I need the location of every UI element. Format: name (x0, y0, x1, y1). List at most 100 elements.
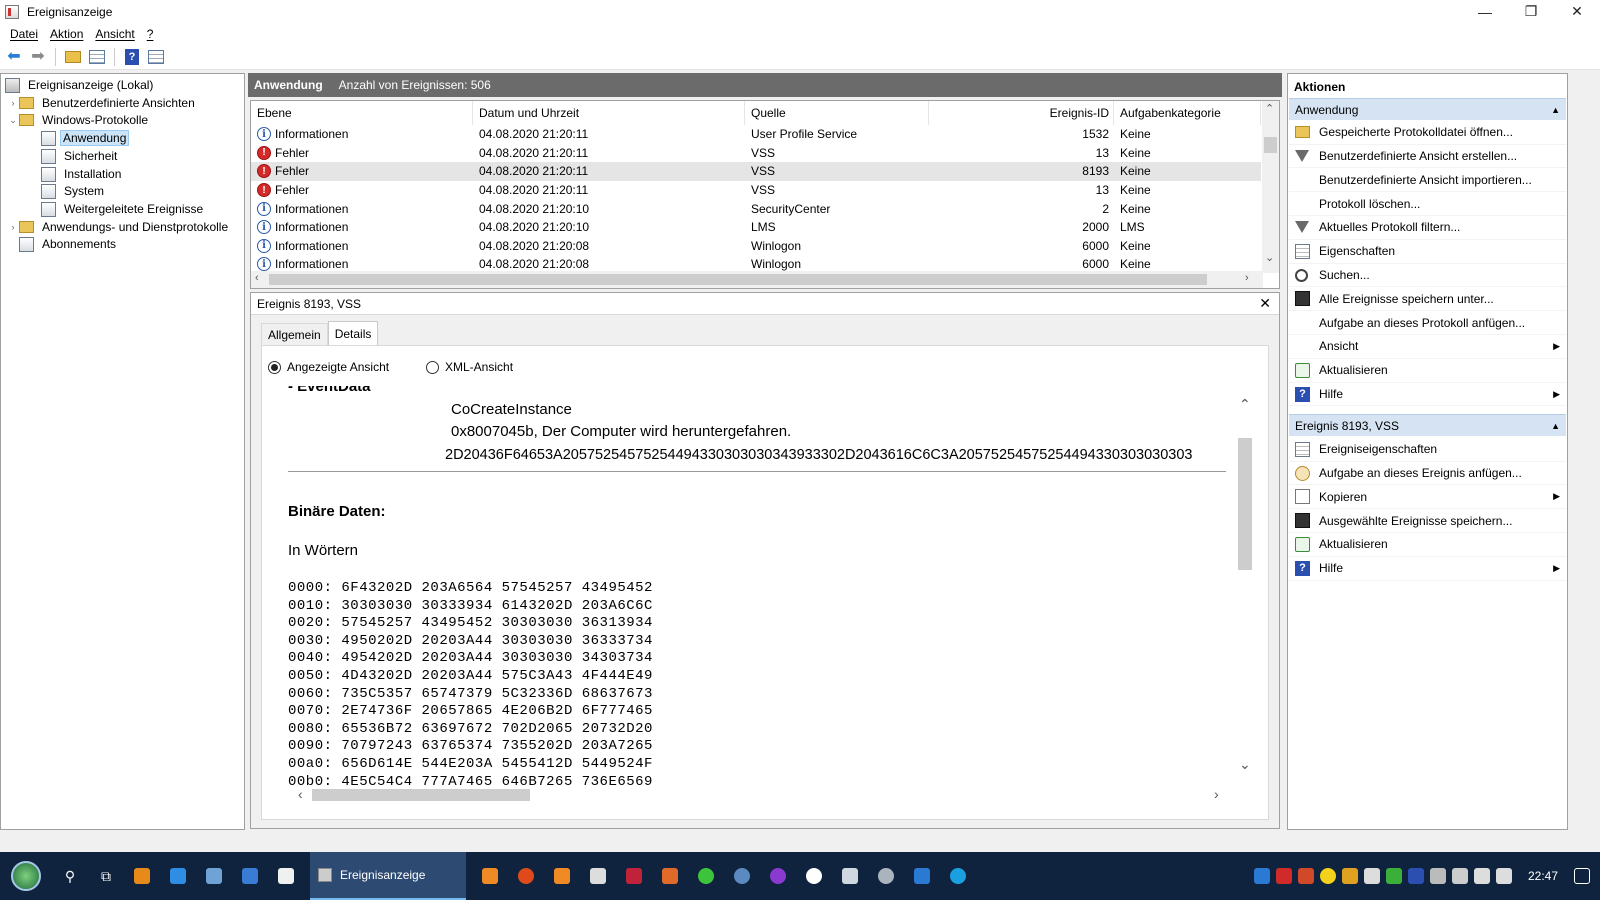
collapse-caret-icon[interactable]: ▲ (1551, 421, 1560, 431)
actions-section-log[interactable]: Anwendung ▲ (1289, 98, 1566, 120)
notifications-icon[interactable] (1574, 868, 1590, 884)
tray-app-icon[interactable] (1429, 868, 1446, 884)
forward-button[interactable]: ➡ (28, 47, 48, 67)
network-icon[interactable] (1473, 868, 1490, 884)
tree-item-subscriptions[interactable]: Abonnements (19, 235, 120, 253)
radio-friendly-view[interactable]: Angezeigte Ansicht (268, 360, 389, 374)
event-row[interactable]: i Informationen 04.08.2020 21:20:11 User Pr… (251, 125, 1261, 144)
scroll-right-arrow-icon[interactable]: › (1245, 272, 1249, 284)
action-item[interactable]: Gespeicherte Protokolldatei öffnen... (1289, 121, 1566, 145)
tray-app-icon[interactable] (1341, 868, 1358, 884)
taskbar-app[interactable] (268, 852, 304, 900)
tree-item-forwarded-events[interactable]: Weitergeleitete Ereignisse (41, 200, 207, 218)
scroll-left-arrow-icon[interactable]: ‹ (298, 786, 303, 802)
taskbar-app[interactable] (940, 852, 976, 900)
detail-vertical-scrollbar[interactable]: ⌃ ⌄ (1236, 386, 1254, 786)
close-detail-icon[interactable]: ✕ (1259, 295, 1271, 312)
column-event-id[interactable]: Ereignis-ID (929, 101, 1114, 125)
close-button[interactable]: ✕ (1554, 0, 1600, 23)
tree-item-custom-views[interactable]: › Benutzerdefinierte Ansichten (7, 94, 199, 112)
actions-section-event[interactable]: Ereignis 8193, VSS ▲ (1289, 414, 1566, 436)
action-item[interactable]: Alle Ereignisse speichern unter... (1289, 288, 1566, 312)
taskbar-app[interactable] (688, 852, 724, 900)
event-row[interactable]: ! Fehler 04.08.2020 21:20:11 VSS 13 Keine (251, 181, 1261, 200)
taskbar-app[interactable] (160, 852, 196, 900)
action-item[interactable]: Suchen... (1289, 264, 1566, 288)
tray-app-icon[interactable] (1407, 868, 1424, 884)
scroll-left-arrow-icon[interactable]: ‹ (255, 272, 259, 284)
taskbar-app[interactable] (868, 852, 904, 900)
scroll-down-arrow-icon[interactable]: ⌄ (1239, 756, 1251, 773)
tree-item-installation[interactable]: Installation (41, 165, 125, 183)
scrollbar-thumb[interactable] (269, 274, 1207, 285)
taskbar-app[interactable] (232, 852, 268, 900)
action-item[interactable]: ? Hilfe ▶ (1289, 383, 1566, 407)
clock[interactable]: 22:47 (1528, 869, 1558, 883)
action-item[interactable]: Kopieren ▶ (1289, 486, 1566, 510)
event-row[interactable]: ! Fehler 04.08.2020 21:20:11 VSS 13 Keine (251, 144, 1261, 163)
tree-item-app-service-logs[interactable]: › Anwendungs- und Dienstprotokolle (7, 218, 232, 236)
radio-xml-view[interactable]: XML-Ansicht (426, 360, 513, 374)
taskbar-app[interactable] (124, 852, 160, 900)
menu-aktion[interactable]: Aktion (44, 27, 89, 41)
taskbar-app[interactable] (580, 852, 616, 900)
action-item[interactable]: Ansicht ▶ (1289, 335, 1566, 359)
action-item[interactable]: Aktualisieren (1289, 359, 1566, 383)
menu-datei[interactable]: Datei (4, 27, 44, 41)
tree-item-sicherheit[interactable]: Sicherheit (41, 147, 121, 165)
action-item[interactable]: Ereigniseigenschaften (1289, 438, 1566, 462)
event-list-vertical-scrollbar[interactable]: ⌃ ⌄ (1262, 101, 1279, 273)
expand-arrow-icon[interactable]: › (7, 222, 19, 232)
scroll-up-arrow-icon[interactable]: ⌃ (1265, 102, 1274, 115)
show-hide-tree-button[interactable] (87, 47, 107, 67)
tray-app-icon[interactable] (1275, 868, 1292, 884)
action-item[interactable]: ? Hilfe ▶ (1289, 557, 1566, 581)
action-item[interactable]: Aufgabe an dieses Ereignis anfügen... (1289, 462, 1566, 486)
tab-details[interactable]: Details (327, 321, 379, 345)
scroll-down-arrow-icon[interactable]: ⌄ (1265, 251, 1274, 264)
scrollbar-thumb[interactable] (312, 789, 530, 801)
search-button[interactable]: ⚲ (52, 852, 88, 900)
taskbar-event-viewer[interactable]: Ereignisanzeige (310, 852, 466, 900)
action-item[interactable]: Aktuelles Protokoll filtern... (1289, 216, 1566, 240)
taskbar-app[interactable] (724, 852, 760, 900)
column-level[interactable]: Ebene (251, 101, 473, 125)
action-item[interactable]: Ausgewählte Ereignisse speichern... (1289, 509, 1566, 533)
menu-help[interactable]: ? (141, 27, 160, 41)
tree-item-root[interactable]: Ereignisanzeige (Lokal) (5, 76, 157, 94)
shield-icon[interactable] (1385, 868, 1402, 884)
scroll-up-arrow-icon[interactable]: ⌃ (1239, 396, 1251, 413)
bluetooth-icon[interactable] (1253, 868, 1270, 884)
maximize-button[interactable]: ❐ (1508, 0, 1554, 23)
volume-icon[interactable] (1495, 868, 1512, 884)
taskbar-app[interactable] (616, 852, 652, 900)
taskbar-app[interactable] (472, 852, 508, 900)
taskbar-app[interactable] (652, 852, 688, 900)
taskbar-app[interactable] (508, 852, 544, 900)
tree-item-system[interactable]: System (41, 182, 108, 200)
taskbar-app[interactable] (760, 852, 796, 900)
column-date[interactable]: Datum und Uhrzeit (473, 101, 745, 125)
detail-horizontal-scrollbar[interactable]: ‹ › (278, 786, 1236, 804)
action-item[interactable]: Aufgabe an dieses Protokoll anfügen... (1289, 311, 1566, 335)
action-item[interactable]: Eigenschaften (1289, 240, 1566, 264)
event-row[interactable]: i Informationen 04.08.2020 21:20:10 LMS 2000… (251, 218, 1261, 237)
mail-icon[interactable] (1363, 868, 1380, 884)
taskbar-app[interactable] (832, 852, 868, 900)
column-source[interactable]: Quelle (745, 101, 929, 125)
radio-unchecked-icon[interactable] (426, 360, 439, 374)
collapse-arrow-icon[interactable]: ⌄ (7, 115, 19, 126)
action-item[interactable]: Protokoll löschen... (1289, 192, 1566, 216)
up-folder-button[interactable] (63, 47, 83, 67)
column-category[interactable]: Aufgabenkategorie (1114, 101, 1261, 125)
tree-item-anwendung[interactable]: Anwendung (41, 129, 130, 147)
tree-item-windows-logs[interactable]: ⌄ Windows-Protokolle (7, 111, 152, 129)
taskbar-app[interactable] (796, 852, 832, 900)
action-item[interactable]: Benutzerdefinierte Ansicht erstellen... (1289, 145, 1566, 169)
help-button[interactable]: ? (122, 47, 142, 67)
expand-arrow-icon[interactable]: › (7, 98, 19, 108)
scrollbar-thumb[interactable] (1264, 137, 1277, 153)
minimize-button[interactable]: — (1462, 0, 1508, 23)
action-item[interactable]: Benutzerdefinierte Ansicht importieren..… (1289, 169, 1566, 193)
smiley-icon[interactable] (1319, 868, 1336, 884)
